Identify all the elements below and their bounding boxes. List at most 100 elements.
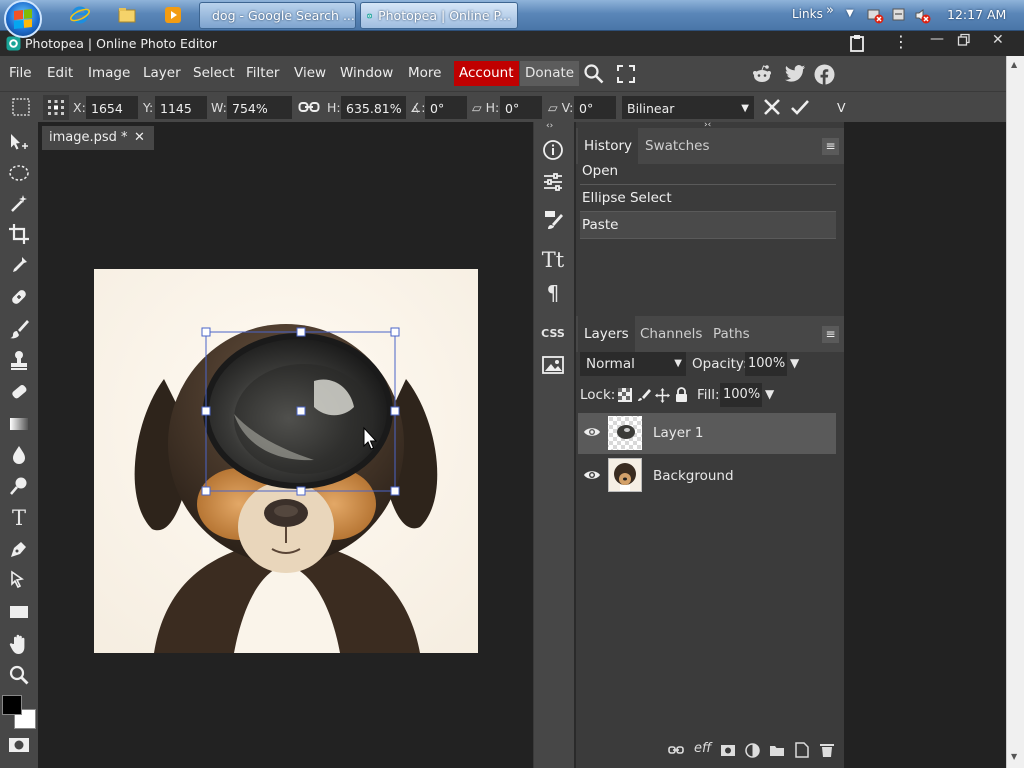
menu-window[interactable]: Window <box>340 56 393 91</box>
taskbar-tab-photopea[interactable]: Photopea | Online P... <box>360 2 518 29</box>
y-position-input[interactable]: 1145 px <box>155 96 207 139</box>
crop-tool-icon[interactable] <box>6 221 32 247</box>
character-icon[interactable]: Tt <box>537 245 569 275</box>
links-chevron-icon[interactable]: » <box>826 3 834 18</box>
history-menu-icon[interactable]: ≡ <box>822 138 839 155</box>
lock-all-icon[interactable] <box>675 387 688 406</box>
hand-tool-icon[interactable] <box>6 631 32 657</box>
adjustment-layer-icon[interactable] <box>745 743 760 762</box>
eraser-tool-icon[interactable] <box>6 379 32 405</box>
blur-tool-icon[interactable] <box>6 442 32 468</box>
path-select-tool-icon[interactable] <box>6 567 32 593</box>
media-player-icon[interactable] <box>163 5 183 25</box>
ellipse-select-tool-icon[interactable] <box>6 160 32 186</box>
system-clock[interactable]: 12:17 AM <box>947 7 1006 22</box>
link-layers-icon[interactable] <box>668 744 684 760</box>
opacity-input[interactable]: 100% <box>745 352 787 376</box>
move-tool-icon[interactable] <box>6 130 32 156</box>
zoom-tool-icon[interactable] <box>6 662 32 688</box>
document-tab[interactable]: image.psd * ✕ <box>42 126 154 150</box>
tab-layers[interactable]: Layers <box>578 316 635 352</box>
quick-mask-icon[interactable] <box>8 736 30 758</box>
facebook-icon[interactable] <box>814 64 835 89</box>
lock-transparency-icon[interactable] <box>618 388 632 406</box>
layer-row-selected[interactable]: Layer 1 <box>578 413 836 454</box>
rectangle-tool-icon[interactable] <box>6 599 32 625</box>
skew-v-input[interactable]: 0° <box>574 96 616 119</box>
menu-select[interactable]: Select <box>193 56 235 91</box>
menu-filter[interactable]: Filter <box>246 56 279 91</box>
account-button[interactable]: Account <box>454 61 519 86</box>
layers-menu-icon[interactable]: ≡ <box>822 326 839 343</box>
reference-point-icon[interactable] <box>43 95 69 120</box>
fullscreen-icon[interactable] <box>617 65 635 87</box>
page-scrollbar[interactable]: ▲ ▼ <box>1006 56 1024 768</box>
menu-layer[interactable]: Layer <box>143 56 181 91</box>
history-item[interactable]: Ellipse Select <box>580 185 836 212</box>
rotation-input[interactable]: 0° <box>425 96 467 119</box>
link-proportions-icon[interactable] <box>298 99 320 119</box>
scroll-down-icon[interactable]: ▼ <box>1011 752 1017 761</box>
menu-file[interactable]: File <box>9 56 32 91</box>
menu-more[interactable]: More <box>408 56 441 91</box>
donate-button[interactable]: Donate <box>520 61 580 86</box>
taskbar-tab-google-search[interactable]: dog - Google Search ... <box>199 2 356 29</box>
skew-h-input[interactable]: 0° <box>500 96 542 119</box>
css-panel-icon[interactable]: CSS <box>537 318 569 348</box>
healing-brush-tool-icon[interactable] <box>6 284 32 310</box>
layer-name[interactable]: Layer 1 <box>653 425 704 441</box>
magic-wand-tool-icon[interactable] <box>6 190 32 216</box>
opacity-dropdown-icon[interactable]: ▼ <box>790 356 799 370</box>
lock-pixels-icon[interactable] <box>637 388 651 406</box>
paragraph-icon[interactable]: ¶ <box>537 278 569 308</box>
transform-mode-icon[interactable] <box>11 97 31 121</box>
add-mask-icon[interactable] <box>720 744 736 761</box>
file-explorer-icon[interactable] <box>117 5 137 25</box>
brush-settings-icon[interactable] <box>537 205 569 235</box>
search-icon[interactable] <box>583 63 605 89</box>
lock-position-icon[interactable] <box>655 388 670 407</box>
tray-expand-icon[interactable]: ▼ <box>846 8 854 19</box>
volume-muted-icon[interactable] <box>914 7 931 28</box>
collapse-strip-icon[interactable]: ‹› <box>546 121 553 131</box>
restore-button[interactable] <box>957 33 971 51</box>
tab-paths[interactable]: Paths <box>713 316 750 352</box>
clipboard-icon[interactable] <box>849 34 865 56</box>
adjustments-icon[interactable] <box>537 167 569 197</box>
blend-mode-select[interactable]: Normal ▼ <box>580 352 686 376</box>
foreground-color-swatch-top[interactable] <box>2 695 22 715</box>
commit-transform-button[interactable] <box>790 97 810 121</box>
layer-name[interactable]: Background <box>653 468 734 484</box>
more-options-label[interactable]: V <box>837 96 846 119</box>
image-panel-icon[interactable] <box>537 350 569 380</box>
start-button[interactable] <box>4 0 42 38</box>
more-options-icon[interactable]: ⋮ <box>893 34 909 50</box>
document-canvas[interactable] <box>94 269 478 653</box>
history-item[interactable]: Open <box>580 158 836 185</box>
eyedropper-tool-icon[interactable] <box>6 252 32 278</box>
new-layer-icon[interactable] <box>795 742 809 762</box>
interpolation-select[interactable]: Bilinear ▼ <box>622 96 754 119</box>
clone-stamp-tool-icon[interactable] <box>6 347 32 373</box>
close-window-button[interactable]: ✕ <box>992 32 1004 48</box>
network-error-icon[interactable] <box>867 7 884 28</box>
action-center-icon[interactable] <box>891 7 908 28</box>
close-document-icon[interactable]: ✕ <box>134 126 145 150</box>
type-tool-icon[interactable]: T <box>6 505 32 531</box>
dodge-tool-icon[interactable] <box>6 473 32 499</box>
visibility-eye-icon[interactable] <box>583 425 601 443</box>
width-input[interactable]: 754% <box>227 96 292 119</box>
layer-effects-icon[interactable]: eff <box>694 741 711 756</box>
visibility-eye-icon[interactable] <box>583 468 601 486</box>
cancel-transform-button[interactable] <box>762 97 782 121</box>
x-position-input[interactable]: 1654 px <box>86 96 138 139</box>
height-input[interactable]: 635.81% <box>341 96 406 119</box>
fill-input[interactable]: 100% <box>720 383 762 407</box>
info-icon[interactable] <box>537 135 569 165</box>
delete-layer-icon[interactable] <box>820 742 834 762</box>
tab-channels[interactable]: Channels <box>640 316 702 352</box>
minimize-button[interactable]: — <box>930 31 944 47</box>
menu-edit[interactable]: Edit <box>47 56 73 91</box>
internet-explorer-icon[interactable] <box>70 5 90 25</box>
gradient-tool-icon[interactable] <box>6 411 32 437</box>
